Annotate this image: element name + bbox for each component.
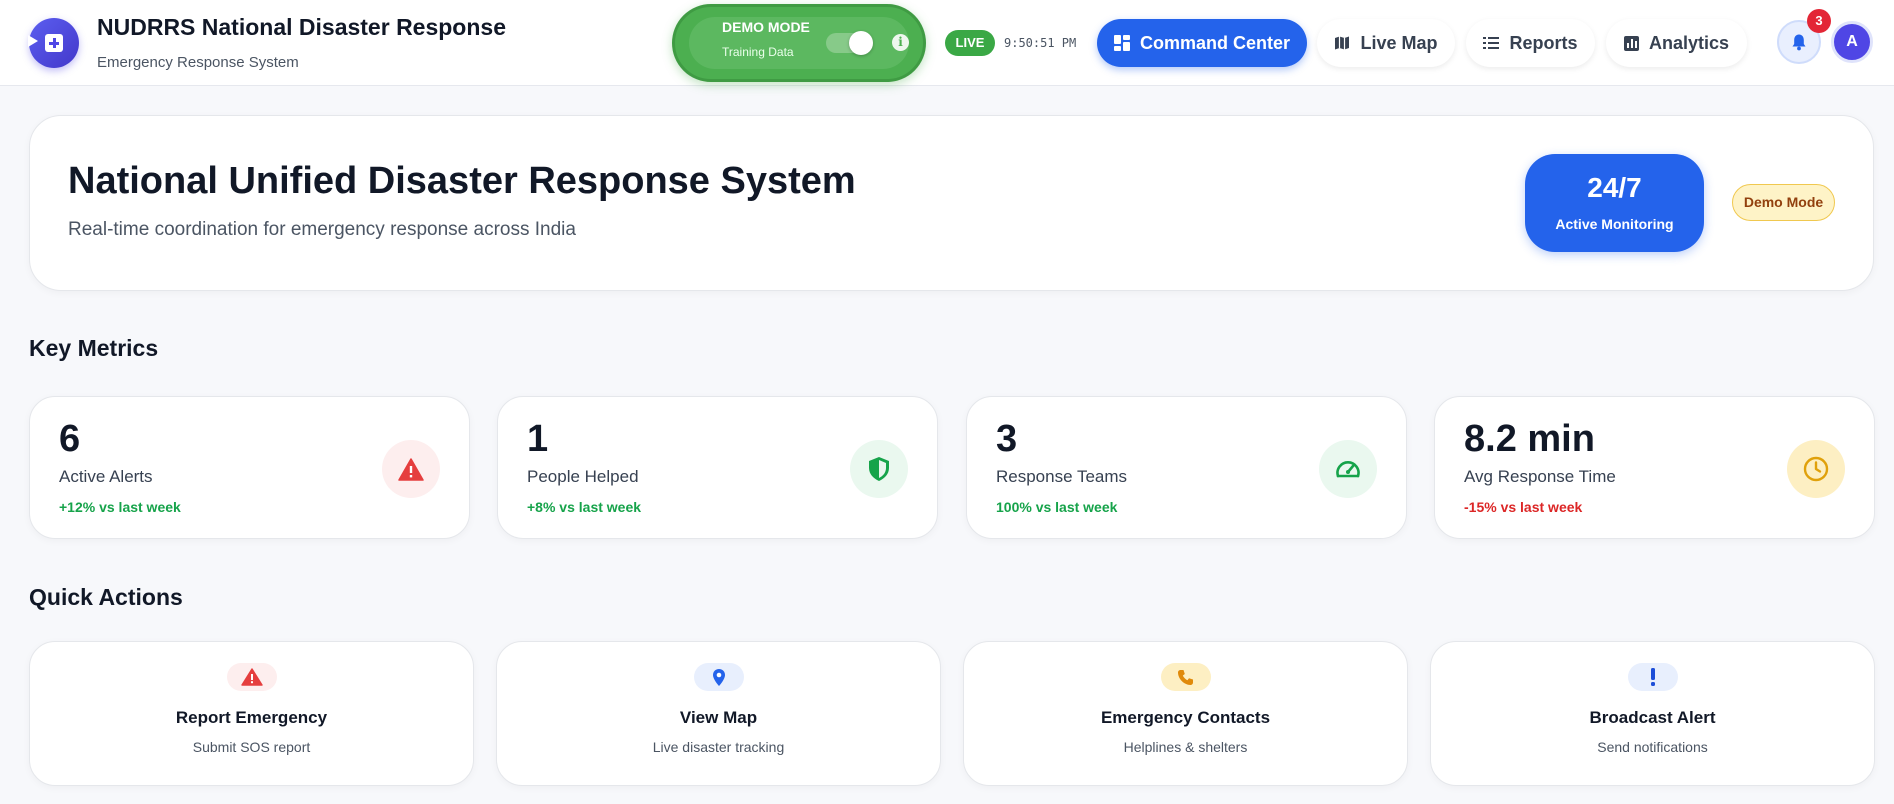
phone-icon <box>1160 663 1211 691</box>
action-subtitle: Send notifications <box>1597 739 1708 755</box>
switch-knob <box>849 31 873 55</box>
warning-triangle-icon <box>382 440 440 498</box>
metric-change: +12% vs last week <box>59 499 181 515</box>
live-clock: 9:50:51 PM <box>1004 36 1077 50</box>
action-report-emergency[interactable]: Report Emergency Submit SOS report <box>29 641 474 786</box>
key-metrics-heading: Key Metrics <box>29 335 159 361</box>
action-title: Emergency Contacts <box>1100 708 1271 727</box>
metric-label: Active Alerts <box>59 467 153 486</box>
action-title: View Map <box>679 708 758 727</box>
action-title: Broadcast Alert <box>1589 708 1716 727</box>
nav-label: Command Center <box>1139 32 1291 53</box>
demo-mode-title: DEMO MODE <box>722 19 810 35</box>
map-pin-icon <box>693 663 744 691</box>
metric-label: Response Teams <box>996 467 1128 486</box>
app-subtitle: Emergency Response System <box>97 54 299 71</box>
notification-count-badge: 3 <box>1807 9 1831 33</box>
metric-value: 3 <box>996 418 1018 460</box>
nav-label: Live Map <box>1360 32 1438 53</box>
user-avatar[interactable]: A <box>1831 21 1873 63</box>
demo-mode-toggle-panel[interactable] <box>672 4 926 82</box>
metric-value: 1 <box>527 418 549 460</box>
action-subtitle: Helplines & shelters <box>1123 739 1248 755</box>
quick-actions-heading: Quick Actions <box>29 584 183 610</box>
metric-change: 100% vs last week <box>996 499 1118 515</box>
metric-value: 6 <box>59 418 81 460</box>
action-subtitle: Live disaster tracking <box>652 739 785 755</box>
clock-icon <box>1787 440 1845 498</box>
hero-subtitle: Real-time coordination for emergency res… <box>68 219 576 240</box>
dashboard-grid-icon <box>1113 35 1130 51</box>
metric-card-response-teams[interactable]: 3 Response Teams 100% vs last week <box>966 396 1407 539</box>
list-icon <box>1483 36 1500 50</box>
action-broadcast-alert[interactable]: Broadcast Alert Send notifications <box>1430 641 1875 786</box>
monitoring-value: 24/7 <box>1587 172 1642 203</box>
demo-mode-switch[interactable] <box>826 31 873 55</box>
info-icon[interactable]: i <box>892 34 909 51</box>
shield-icon <box>850 440 908 498</box>
monitoring-card: 24/7 Active Monitoring <box>1525 154 1704 252</box>
nav-live-map[interactable]: Live Map <box>1317 19 1455 67</box>
nav-command-center[interactable]: Command Center <box>1097 19 1307 67</box>
monitoring-label: Active Monitoring <box>1555 216 1674 232</box>
metric-label: People Helped <box>527 467 639 486</box>
speedometer-icon <box>1319 440 1377 498</box>
bar-chart-icon <box>1623 35 1639 51</box>
metric-label: Avg Response Time <box>1464 467 1616 486</box>
play-icon[interactable] <box>28 35 38 47</box>
nav-reports[interactable]: Reports <box>1466 19 1595 67</box>
metric-value: 8.2 min <box>1464 418 1595 460</box>
action-subtitle: Submit SOS report <box>192 739 311 755</box>
demo-mode-subtitle: Training Data <box>722 45 794 59</box>
metric-card-people-helped[interactable]: 1 People Helped +8% vs last week <box>497 396 938 539</box>
metric-card-avg-response-time[interactable]: 8.2 min Avg Response Time -15% vs last w… <box>1434 396 1875 539</box>
nav-analytics[interactable]: Analytics <box>1606 19 1747 67</box>
warning-triangle-icon <box>226 663 277 691</box>
nav-label: Reports <box>1509 32 1578 53</box>
demo-mode-badge: Demo Mode <box>1732 184 1835 221</box>
action-view-map[interactable]: View Map Live disaster tracking <box>496 641 941 786</box>
action-emergency-contacts[interactable]: Emergency Contacts Helplines & shelters <box>963 641 1408 786</box>
metric-change: +8% vs last week <box>527 499 642 515</box>
metric-card-active-alerts[interactable]: 6 Active Alerts +12% vs last week <box>29 396 470 539</box>
live-status-badge: LIVE <box>945 30 995 56</box>
app-title: NUDRRS National Disaster Response <box>97 14 506 40</box>
exclamation-icon <box>1627 663 1678 691</box>
nav-label: Analytics <box>1648 32 1730 53</box>
bell-icon <box>1792 34 1806 51</box>
hero-title: National Unified Disaster Response Syste… <box>68 160 856 202</box>
map-icon <box>1334 35 1350 51</box>
action-title: Report Emergency <box>175 708 328 727</box>
top-header: NUDRRS National Disaster Response Emerge… <box>0 0 1894 86</box>
metric-change: -15% vs last week <box>1464 499 1583 515</box>
